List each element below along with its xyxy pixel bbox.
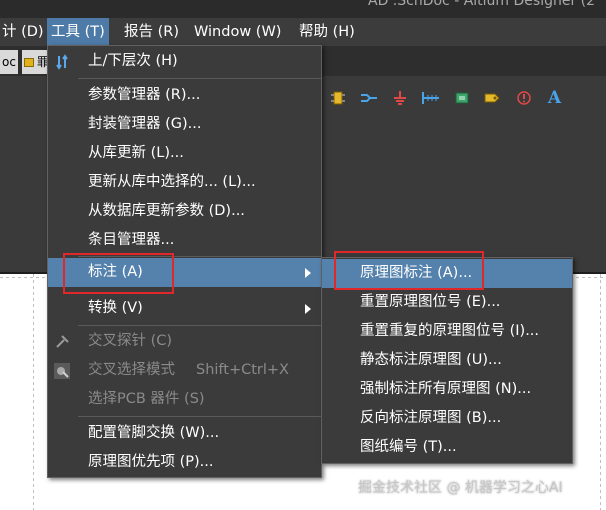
bus-icon[interactable] (353, 88, 384, 108)
menu-item-select-pcb-components[interactable]: 选择PCB 器件 (S) (48, 385, 321, 414)
submenu-item-label: 原理图标注 (A)... (360, 265, 473, 281)
submenu-item-annotate-schematics[interactable]: 原理图标注 (A)... (322, 259, 572, 288)
menu-item-label: 从库更新 (L)... (88, 145, 184, 161)
menu-item-footprint-manager[interactable]: 封装管理器 (G)... (48, 110, 321, 139)
submenu-item-back-annotate[interactable]: 反向标注原理图 (B)... (322, 404, 572, 433)
doc-tab-1[interactable]: oc (0, 50, 18, 74)
menu-item-schematic-preferences[interactable]: 原理图优先项 (P)... (48, 448, 321, 477)
menu-help[interactable]: 帮助 (H) (299, 18, 355, 46)
submenu-item-label: 强制标注所有原理图 (N)... (360, 381, 532, 397)
menu-item-label: 标注 (A) (88, 264, 143, 280)
text-icon-glyph: A (547, 88, 562, 108)
menu-item-update-params-from-db[interactable]: 从数据库更新参数 (D)... (48, 197, 321, 226)
tools-menu: 上/下层次 (H) 参数管理器 (R)... 封装管理器 (G)... 从库更新… (47, 45, 322, 478)
menu-item-label: 上/下层次 (H) (88, 53, 178, 69)
menu-item-label: 选择PCB 器件 (S) (88, 391, 205, 407)
cross-probe-icon (56, 335, 69, 348)
submenu-arrow-icon (305, 304, 311, 314)
menu-item-label: 从数据库更新参数 (D)... (88, 203, 245, 219)
menu-item-parameter-manager[interactable]: 参数管理器 (R)... (48, 81, 321, 110)
menu-item-configure-pin-swap[interactable]: 配置管脚交换 (W)... (48, 419, 321, 448)
submenu-item-label: 重置原理图位号 (E)... (360, 294, 501, 310)
port-icon[interactable] (415, 88, 446, 108)
submenu-item-sheet-numbering[interactable]: 图纸编号 (T)... (322, 433, 572, 462)
menu-item-label: 原理图优先项 (P)... (88, 454, 214, 470)
submenu-item-label: 图纸编号 (T)... (360, 439, 457, 455)
submenu-item-reset-duplicate-designators[interactable]: 重置重复的原理图位号 (I)... (322, 317, 572, 346)
menu-item-label: 交叉选择模式 (88, 362, 175, 378)
submenu-item-reset-designators[interactable]: 重置原理图位号 (E)... (322, 288, 572, 317)
menu-reports[interactable]: 报告 (R) (124, 18, 179, 46)
menu-item-annotation[interactable]: 标注 (A) (48, 258, 321, 287)
menu-item-convert[interactable]: 转换 (V) (48, 294, 321, 323)
menu-item-cross-probe[interactable]: 交叉探针 (C) (48, 327, 321, 356)
menu-item-update-from-library[interactable]: 从库更新 (L)... (48, 139, 321, 168)
menu-separator (78, 256, 321, 257)
hierarchy-arrows-icon (56, 54, 68, 70)
doc-tab-1-label: oc (2, 55, 16, 69)
submenu-arrow-icon (305, 268, 311, 278)
submenu-item-label: 反向标注原理图 (B)... (360, 410, 502, 426)
probe-icon[interactable] (508, 88, 539, 108)
watermark: 掘金技术社区 @ 机器学习之心AI (358, 480, 563, 496)
menu-item-cross-select-mode[interactable]: 交叉选择模式 Shift+Ctrl+X (48, 356, 321, 385)
grid-line (33, 274, 34, 510)
menu-separator (78, 416, 321, 417)
menu-item-item-manager[interactable]: 条目管理器... (48, 226, 321, 255)
submenu-item-label: 重置重复的原理图位号 (I)... (360, 323, 540, 339)
grid-line (600, 274, 601, 510)
menu-window[interactable]: Window (W) (194, 18, 281, 46)
menu-design[interactable]: 计 (D) (2, 18, 44, 46)
menu-item-update-selected-from-library[interactable]: 更新从库中选择的... (L)... (48, 168, 321, 197)
menu-separator (78, 325, 321, 326)
net-label-icon[interactable] (477, 88, 508, 108)
menu-separator (78, 78, 321, 79)
menu-item-label: 转换 (V) (88, 300, 143, 316)
submenu-item-static-annotate[interactable]: 静态标注原理图 (U)... (322, 346, 572, 375)
schematic-doc-icon (24, 58, 34, 67)
menu-item-label: 交叉探针 (C) (88, 333, 173, 349)
component-icon[interactable] (322, 88, 353, 108)
device-icon[interactable] (446, 88, 477, 108)
menu-item-label: 参数管理器 (R)... (88, 87, 201, 103)
menu-item-label: 更新从库中选择的... (L)... (88, 174, 256, 190)
submenu-item-force-annotate-all[interactable]: 强制标注所有原理图 (N)... (322, 375, 572, 404)
menu-item-label: 条目管理器... (88, 232, 175, 248)
ground-icon[interactable] (384, 88, 415, 108)
text-icon[interactable]: A (539, 88, 570, 108)
menu-tools[interactable]: 工具 (T) (47, 18, 109, 46)
submenu-item-label: 静态标注原理图 (U)... (360, 352, 502, 368)
title-bar: AD .SchDoc - Altium Designer (2 (0, 0, 606, 18)
menu-item-label: 封装管理器 (G)... (88, 116, 202, 132)
menu-item-label: 配置管脚交换 (W)... (88, 425, 220, 441)
menu-item-shortcut: Shift+Ctrl+X (196, 362, 289, 378)
menu-item-hierarchy[interactable]: 上/下层次 (H) (48, 47, 321, 76)
menu-bar: 计 (D) 工具 (T) 报告 (R) Window (W) 帮助 (H) (0, 18, 606, 46)
window-title: AD .SchDoc - Altium Designer (2 (368, 0, 596, 9)
annotation-submenu: 原理图标注 (A)... 重置原理图位号 (E)... 重置重复的原理图位号 (… (321, 257, 573, 464)
cross-select-icon (54, 363, 70, 379)
